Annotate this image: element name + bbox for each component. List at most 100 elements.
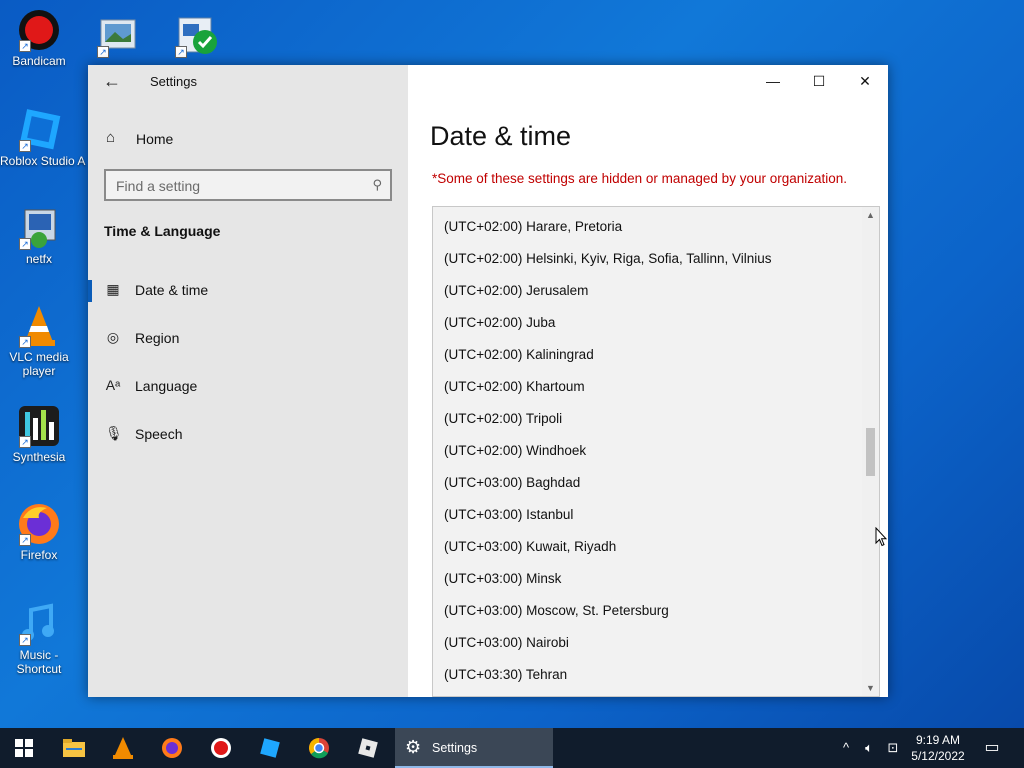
notification-center-icon[interactable]: ▭ (978, 728, 1006, 768)
desktop-icon-synthesia[interactable]: ↗ Synthesia (0, 404, 78, 464)
timezone-option[interactable]: (UTC+03:00) Moscow, St. Petersburg (433, 595, 863, 627)
taskbar-firefox[interactable] (148, 728, 196, 768)
scrollbar[interactable]: ▲ ▼ (862, 207, 879, 696)
pictures-icon: ↗ (95, 14, 139, 58)
roblox-studio-icon (260, 738, 280, 758)
taskbar-vlc[interactable] (99, 728, 147, 768)
globe-icon: ◎ (106, 329, 120, 345)
timezone-option[interactable]: (UTC+03:00) Kuwait, Riyadh (433, 531, 863, 563)
clock-time: 9:19 AM (915, 733, 961, 747)
desktop-icon-firefox[interactable]: ↗ Firefox (0, 502, 78, 562)
timezone-option[interactable]: (UTC+02:00) Khartoum (433, 371, 863, 403)
desktop-icon-label: VLC media player (9, 350, 69, 378)
volume-icon[interactable]: 🔈︎ (858, 728, 880, 768)
roblox-icon (358, 738, 378, 758)
desktop-icon-netfx[interactable]: ↗ netfx (0, 206, 78, 266)
vlc-icon (113, 737, 133, 759)
synthesia-icon: ↗ (17, 404, 61, 448)
sidebar-item-label: Language (135, 378, 198, 394)
taskbar-file-explorer[interactable] (50, 728, 98, 768)
roblox-studio-icon: ↗ (17, 108, 61, 152)
home-label: Home (136, 131, 174, 147)
search-icon: ⚲ (372, 177, 382, 192)
scroll-up-icon[interactable]: ▲ (862, 207, 879, 223)
start-button[interactable] (0, 728, 48, 768)
sidebar-item-region[interactable]: ◎ Region (88, 318, 408, 358)
sidebar-item-label: Date & time (135, 282, 209, 298)
search-input[interactable]: Find a setting ⚲ (104, 169, 392, 201)
timezone-option[interactable]: (UTC+02:00) Harare, Pretoria (433, 211, 863, 243)
network-icon[interactable]: ⊡ (882, 728, 904, 768)
start-icon (15, 739, 33, 757)
sidebar-item-date-time[interactable]: ▦ Date & time (88, 270, 408, 310)
close-button[interactable]: ✕ (842, 65, 888, 97)
sidebar-item-label: Speech (135, 426, 183, 442)
timezone-option[interactable]: (UTC+02:00) Kaliningrad (433, 339, 863, 371)
vlc-icon: ↗ (17, 304, 61, 348)
settings-window: ← Settings ⌂ Home Find a setting ⚲ Time … (88, 65, 888, 697)
taskbar-chrome[interactable] (295, 728, 343, 768)
timezone-option[interactable]: (UTC+02:00) Jerusalem (433, 275, 863, 307)
taskbar-settings-app[interactable]: ⚙ Settings (395, 728, 553, 768)
main-content: — ☐ ✕ Date & time *Some of these setting… (408, 65, 888, 697)
timezone-list: (UTC+02:00) Harare, Pretoria (UTC+02:00) … (433, 207, 863, 691)
desktop-icon-roblox-studio[interactable]: ↗ Roblox Studio A (0, 108, 85, 168)
timezone-option[interactable]: (UTC+03:00) Istanbul (433, 499, 863, 531)
firefox-icon: ↗ (17, 502, 61, 546)
language-icon: Aᵃ (105, 377, 121, 393)
show-hidden-icons-chevron-icon[interactable]: ^ (836, 728, 856, 768)
default-programs-icon: ↗ (173, 14, 217, 58)
organization-notice: *Some of these settings are hidden or ma… (432, 171, 848, 186)
home-link[interactable]: ⌂ Home (88, 125, 408, 153)
timezone-option[interactable]: (UTC+03:00) Baghdad (433, 467, 863, 499)
netfx-installer-icon: ↗ (17, 206, 61, 250)
timezone-option[interactable]: (UTC+03:30) Tehran (433, 659, 863, 691)
timezone-option[interactable]: (UTC+02:00) Helsinki, Kyiv, Riga, Sofia,… (433, 243, 863, 275)
chrome-icon (309, 738, 329, 759)
desktop-icon-label: Synthesia (12, 450, 66, 464)
file-explorer-icon (63, 739, 85, 757)
music-icon: ↗ (17, 602, 61, 646)
clock[interactable]: 9:19 AM 5/12/2022 (905, 732, 971, 764)
bandicam-icon: ↗ (17, 8, 61, 52)
desktop-icon-label: Bandicam (12, 54, 66, 68)
desktop-icon-label: Music - Shortcut (16, 648, 62, 676)
desktop-icon-bandicam[interactable]: ↗ Bandicam (0, 8, 78, 68)
microphone-icon: 🎙︎ (105, 425, 123, 441)
minimize-button[interactable]: — (750, 65, 796, 97)
taskbar-roblox[interactable] (344, 728, 392, 768)
timezone-option[interactable]: (UTC+03:00) Nairobi (433, 627, 863, 659)
desktop-icon-vlc[interactable]: ↗ VLC media player (0, 304, 78, 378)
search-placeholder: Find a setting (116, 178, 201, 194)
sidebar-item-language[interactable]: Aᵃ Language (88, 366, 408, 406)
calendar-clock-icon: ▦ (106, 281, 120, 297)
desktop-icon-music[interactable]: ↗ Music - Shortcut (0, 602, 78, 676)
clock-date: 5/12/2022 (911, 749, 965, 763)
timezone-option[interactable]: (UTC+03:00) Minsk (433, 563, 863, 595)
taskbar-app-label: Settings (432, 741, 478, 755)
taskbar-roblox-studio[interactable] (246, 728, 294, 768)
taskbar-bandicam[interactable] (197, 728, 245, 768)
timezone-dropdown-list[interactable]: (UTC+02:00) Harare, Pretoria (UTC+02:00) … (432, 206, 880, 697)
maximize-button[interactable]: ☐ (796, 65, 842, 97)
back-arrow-icon[interactable]: ← (100, 71, 124, 91)
desktop-icon-default-programs[interactable]: ↗ (156, 14, 234, 60)
home-icon: ⌂ (106, 129, 116, 146)
scroll-down-icon[interactable]: ▼ (862, 680, 879, 696)
title-bar[interactable]: ← Settings (88, 65, 408, 97)
desktop-icon-label: Firefox (20, 548, 58, 562)
timezone-option[interactable]: (UTC+02:00) Windhoek (433, 435, 863, 467)
sidebar-item-speech[interactable]: 🎙︎ Speech (88, 414, 408, 454)
firefox-icon (162, 738, 182, 758)
timezone-option[interactable]: (UTC+02:00) Tripoli (433, 403, 863, 435)
sidebar-item-label: Region (135, 330, 180, 346)
section-heading: Time & Language (104, 223, 221, 239)
desktop-icon-label: Roblox Studio A (0, 154, 86, 168)
page-title: Date & time (430, 121, 572, 151)
timezone-option[interactable]: (UTC+02:00) Juba (433, 307, 863, 339)
scrollbar-thumb[interactable] (866, 428, 875, 476)
bandicam-icon (211, 738, 231, 758)
desktop-icon-pictures[interactable]: ↗ (78, 14, 156, 60)
mouse-cursor-icon (875, 527, 887, 547)
taskbar: ⚙ Settings ^ 🔈︎ ⊡ 9:19 AM 5/12/2022 ▭ (0, 728, 1024, 768)
